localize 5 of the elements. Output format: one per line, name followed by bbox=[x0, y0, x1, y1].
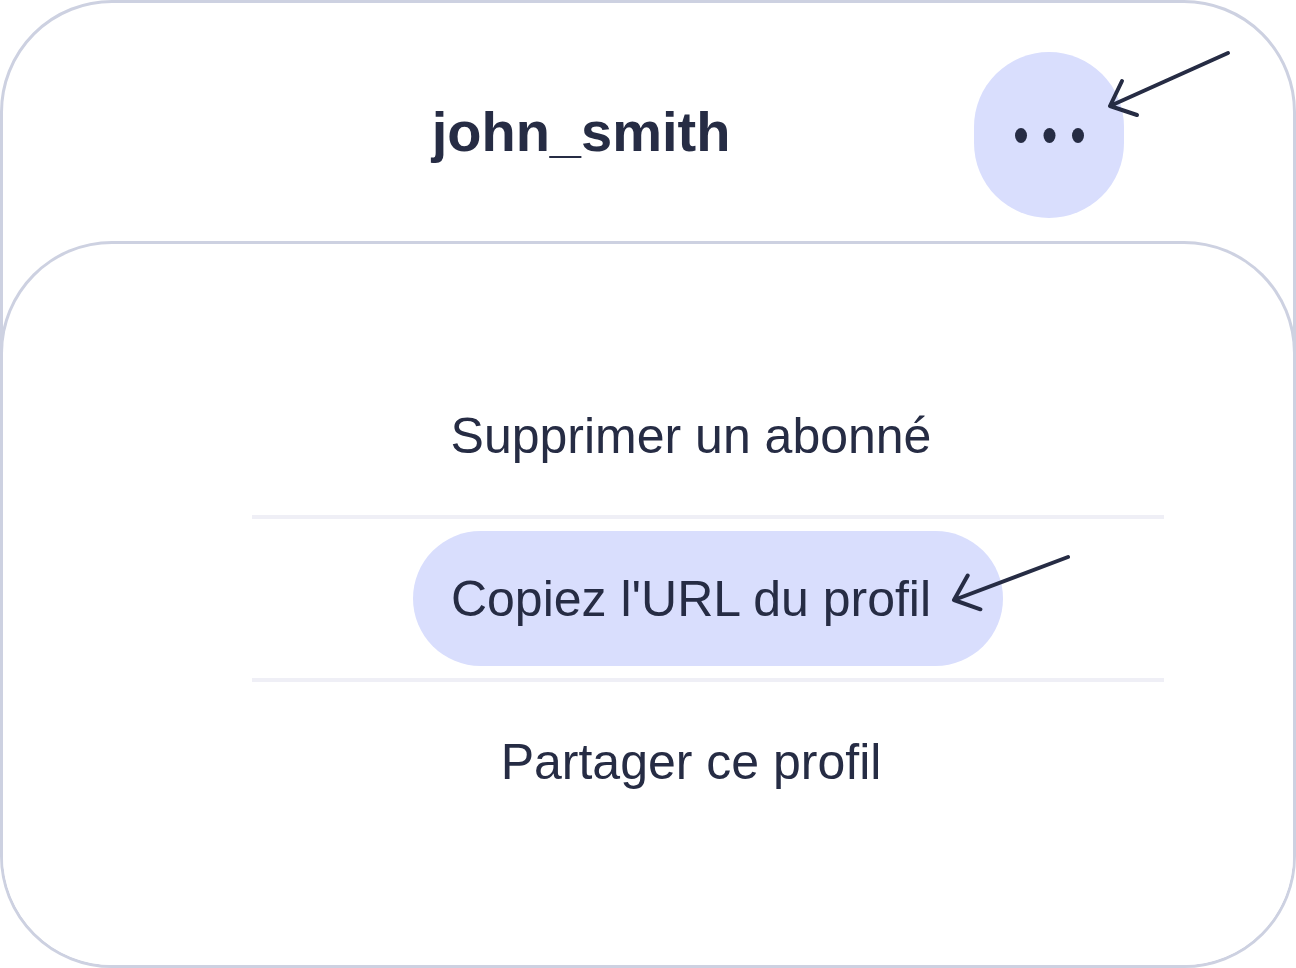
menu-item[interactable]: Partager ce profil bbox=[462, 694, 954, 829]
ellipsis-icon bbox=[1014, 127, 1084, 143]
menu-item[interactable]: Supprimer un abonné bbox=[412, 368, 1004, 503]
menu-item[interactable]: Copiez l'URL du profil bbox=[412, 531, 1004, 666]
profile-username: john_smith bbox=[431, 99, 731, 165]
